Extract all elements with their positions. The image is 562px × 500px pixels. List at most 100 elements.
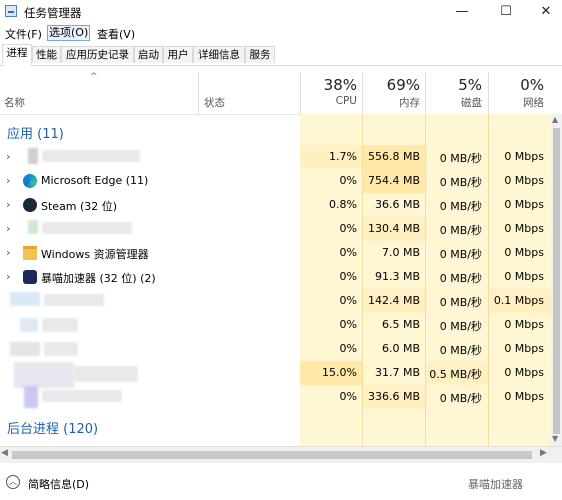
blurred-icon [10,292,40,306]
scroll-left-icon[interactable]: ◀ [1,448,8,458]
process-disk: 0 MB/秒 [439,224,482,237]
process-mem: 142.4 MB [367,294,420,307]
scroll-down-icon[interactable]: ▼ [552,434,558,443]
process-net: 0.1 Mbps [493,294,544,307]
tab-app-history[interactable]: 应用历史记录 [61,46,134,63]
process-net: 0 Mbps [504,342,544,355]
process-cpu: 0% [339,222,357,235]
blurred-name [42,318,78,332]
tab-startup[interactable]: 启动 [134,46,163,63]
scroll-up-icon[interactable]: ▲ [552,115,558,124]
blurred-icon [14,362,74,388]
header-name[interactable]: 名称 [4,95,25,110]
process-net: 0 Mbps [504,198,544,211]
process-disk: 0 MB/秒 [439,344,482,357]
blurred-icon [24,386,38,408]
process-cpu: 0% [339,246,357,259]
process-mem: 91.3 MB [374,270,420,283]
column-divider[interactable] [198,72,199,114]
process-cpu: 15.0% [322,366,357,379]
process-cpu: 0% [339,390,357,403]
chevron-right-icon[interactable]: › [6,270,10,283]
process-net: 0 Mbps [504,150,544,163]
process-disk: 0 MB/秒 [439,320,482,333]
process-disk: 0 MB/秒 [439,296,482,309]
process-mem: 754.4 MB [367,174,420,187]
header-disk[interactable]: 磁盘 [425,95,482,110]
blurred-icon [10,342,40,356]
process-mem: 130.4 MB [367,222,420,235]
chevron-right-icon[interactable]: › [6,198,10,211]
header-network-percent[interactable]: 0% [488,76,544,94]
tab-processes[interactable]: 进程 [2,44,32,66]
header-cpu[interactable]: CPU [300,95,357,107]
process-name: Steam (32 位) [41,200,118,213]
process-disk: 0 MB/秒 [439,392,482,405]
process-row[interactable]: › 暴喵加速器 (32 位) (2) 0% 91.3 MB 0 MB/秒 0 Mbps [0,265,551,289]
horizontal-scrollbar[interactable]: ◀ ▶ [0,446,562,463]
header-disk-percent[interactable]: 5% [425,76,482,94]
process-mem: 31.7 MB [374,366,420,379]
section-apps[interactable]: 应用 (11) [7,123,64,142]
header-memory[interactable]: 内存 [362,95,420,110]
menu-file[interactable]: 文件(F) [4,26,43,42]
tab-bar: 进程 性能 应用历史记录 启动 用户 详细信息 服务 [0,43,562,66]
blurred-name [44,294,104,306]
minimize-button[interactable]: — [442,0,482,24]
blurred-name [42,222,132,234]
process-net: 0 Mbps [504,174,544,187]
process-mem: 556.8 MB [367,150,420,163]
vertical-scroll-thumb[interactable] [553,128,560,434]
sort-up-icon[interactable]: ^ [90,72,98,82]
tab-performance[interactable]: 性能 [32,46,61,63]
edge-icon [23,174,37,188]
vertical-scrollbar[interactable]: ▲ ▼ [551,114,562,446]
header-memory-percent[interactable]: 69% [362,76,420,94]
process-disk: 0 MB/秒 [439,200,482,213]
tab-services[interactable]: 服务 [245,46,275,63]
tab-users[interactable]: 用户 [163,46,193,63]
process-disk: 0 MB/秒 [439,176,482,189]
chevron-up-icon[interactable]: ︿ [6,475,20,489]
blurred-name [74,366,138,382]
process-mem: 36.6 MB [374,198,420,211]
process-net: 0 Mbps [504,318,544,331]
process-disk: 0 MB/秒 [439,248,482,261]
window-title: 任务管理器 [24,6,82,20]
header-status[interactable]: 状态 [204,95,225,110]
footer: ︿ 简略信息(D) 暴喵加速器 [0,470,562,500]
blurred-icon [28,220,38,234]
process-row[interactable]: 0% 6.5 MB 0 MB/秒 0 Mbps [0,313,551,337]
chevron-right-icon[interactable]: › [6,150,10,163]
process-mem: 6.0 MB [381,342,420,355]
title-bar: 任务管理器 — ☐ ✕ [0,0,562,24]
horizontal-scroll-thumb[interactable] [12,451,532,459]
process-cpu: 1.7% [329,150,357,163]
process-disk: 0 MB/秒 [439,152,482,165]
header-network[interactable]: 网络 [488,95,544,110]
process-mem: 6.5 MB [381,318,420,331]
maximize-button[interactable]: ☐ [486,0,526,24]
blurred-icon [28,148,38,164]
process-net: 0 Mbps [504,246,544,259]
blurred-name [44,342,78,356]
chevron-right-icon[interactable]: › [6,222,10,235]
process-row[interactable]: › Microsoft Edge (11) 0% 754.4 MB 0 MB/秒 0 Mb… [0,169,551,193]
process-row[interactable]: › Windows 资源管理器 0% 7.0 MB 0 MB/秒 0 Mbps [0,241,551,265]
chevron-right-icon[interactable]: › [6,246,10,259]
process-row[interactable]: 0% 6.0 MB 0 MB/秒 0 Mbps [0,337,551,361]
process-cpu: 0% [339,318,357,331]
tab-details[interactable]: 详细信息 [193,46,245,63]
process-disk: 0.5 MB/秒 [429,368,482,381]
scroll-right-icon[interactable]: ▶ [540,448,547,458]
process-mem: 336.6 MB [367,390,420,403]
menu-view[interactable]: 查看(V) [96,26,136,42]
header-cpu-percent[interactable]: 38% [300,76,357,94]
process-disk: 0 MB/秒 [439,272,482,285]
chevron-right-icon[interactable]: › [6,174,10,187]
close-button[interactable]: ✕ [526,0,562,24]
fewer-details-button[interactable]: 简略信息(D) [28,476,89,492]
section-background-processes[interactable]: 后台进程 (120) [7,418,98,437]
menu-options[interactable]: 选项(O) [47,25,91,41]
process-row[interactable]: › Steam (32 位) 0.8% 36.6 MB 0 MB/秒 0 Mbps [0,193,551,217]
